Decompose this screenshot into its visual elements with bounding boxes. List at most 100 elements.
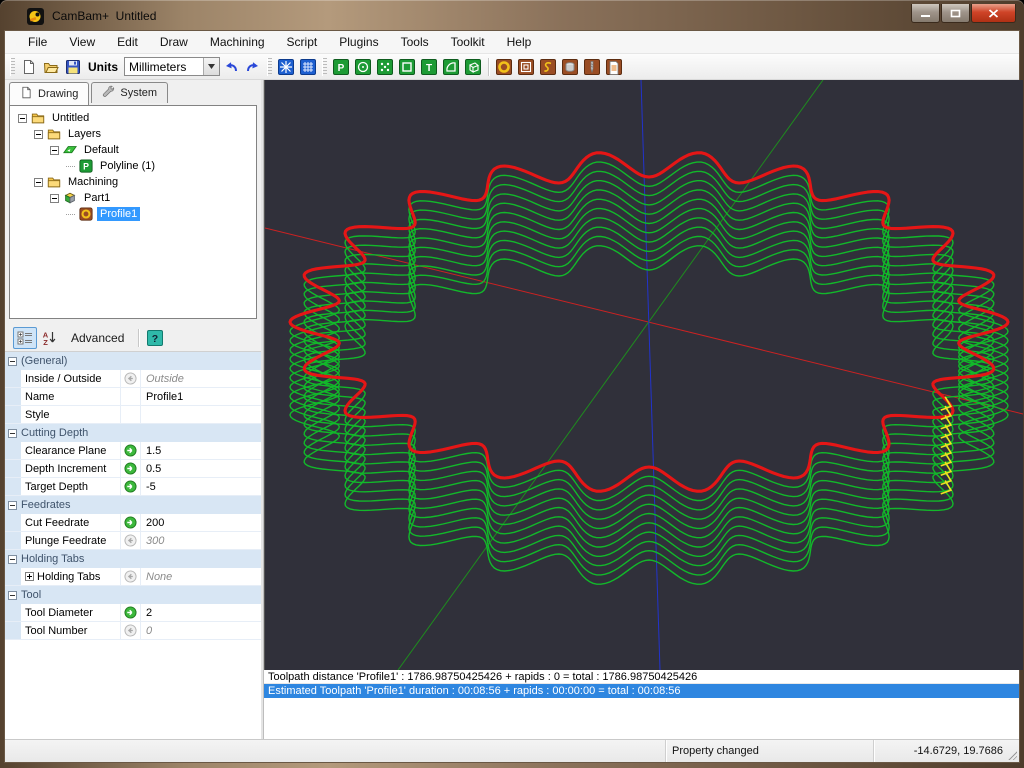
circle-button[interactable]	[352, 56, 374, 78]
property-value[interactable]	[141, 406, 261, 423]
text-button[interactable]: T	[418, 56, 440, 78]
toolpath-pass	[290, 218, 1008, 556]
menu-item-machining[interactable]: Machining	[199, 32, 276, 52]
units-combobox[interactable]: Millimeters	[124, 57, 220, 76]
prop-inherit-icon	[121, 370, 141, 387]
category-gutter	[5, 478, 21, 495]
collapse-icon[interactable]	[8, 591, 17, 600]
gcode-button[interactable]	[603, 56, 625, 78]
propgrid-category-holding-tabs[interactable]: Holding Tabs	[5, 550, 261, 568]
tree-item-untitled[interactable]: Untitled	[10, 110, 256, 126]
close-button[interactable]	[971, 4, 1016, 23]
property-value[interactable]: 1.5	[141, 442, 261, 459]
propgrid-row-holding-tabs[interactable]: Holding TabsNone	[5, 568, 261, 586]
menu-item-edit[interactable]: Edit	[106, 32, 149, 52]
tree-item-polyline-1-[interactable]: PPolyline (1)	[10, 158, 256, 174]
axes-toggle-button[interactable]	[275, 56, 297, 78]
svg-text:P: P	[338, 63, 345, 74]
property-label: Tool Diameter	[21, 604, 121, 621]
engrave-mop-button[interactable]	[537, 56, 559, 78]
tree-item-profile1[interactable]: Profile1	[10, 206, 256, 222]
tree-item-machining[interactable]: Machining	[10, 174, 256, 190]
undo-button[interactable]	[220, 56, 242, 78]
redo-button[interactable]	[242, 56, 264, 78]
categorized-button[interactable]	[13, 327, 37, 349]
property-label-text: Name	[25, 391, 54, 403]
propgrid-category--general-[interactable]: (General)	[5, 352, 261, 370]
propgrid-row-plunge-feedrate[interactable]: Plunge Feedrate300	[5, 532, 261, 550]
propgrid-row-tool-number[interactable]: Tool Number0	[5, 622, 261, 640]
property-value[interactable]: Outside	[141, 370, 261, 387]
tree-item-default[interactable]: Default	[10, 142, 256, 158]
property-value[interactable]: Profile1	[141, 388, 261, 405]
propgrid-row-name[interactable]: Name Profile1	[5, 388, 261, 406]
property-value[interactable]: 300	[141, 532, 261, 549]
maximize-button[interactable]	[941, 4, 970, 23]
tree-expander[interactable]	[18, 114, 27, 123]
points-button[interactable]	[374, 56, 396, 78]
menu-item-script[interactable]: Script	[276, 32, 329, 52]
menu-item-plugins[interactable]: Plugins	[328, 32, 389, 52]
property-value[interactable]: 200	[141, 514, 261, 531]
collapse-icon[interactable]	[8, 357, 17, 366]
lathe-mop-button[interactable]	[581, 56, 603, 78]
grid-toggle-button[interactable]	[297, 56, 319, 78]
collapse-icon[interactable]	[8, 429, 17, 438]
property-value[interactable]: 0.5	[141, 460, 261, 477]
menu-item-draw[interactable]: Draw	[149, 32, 199, 52]
sort-alphabetical-button[interactable]: AZ	[37, 327, 61, 349]
collapse-icon[interactable]	[8, 555, 17, 564]
toolbar-grip[interactable]	[322, 58, 327, 76]
surface-button[interactable]	[462, 56, 484, 78]
menu-item-help[interactable]: Help	[496, 32, 543, 52]
propgrid-row-depth-increment[interactable]: Depth Increment0.5	[5, 460, 261, 478]
new-file-button[interactable]	[18, 56, 40, 78]
advanced-button[interactable]: Advanced	[61, 331, 134, 345]
tab-drawing[interactable]: Drawing	[9, 82, 89, 105]
toolbar-grip[interactable]	[10, 58, 15, 76]
property-value[interactable]: None	[141, 568, 261, 585]
rectangle-button[interactable]	[396, 56, 418, 78]
propgrid-category-tool[interactable]: Tool	[5, 586, 261, 604]
expand-icon[interactable]	[25, 572, 34, 581]
collapse-icon[interactable]	[8, 501, 17, 510]
propgrid-row-clearance-plane[interactable]: Clearance Plane1.5	[5, 442, 261, 460]
drill-mop-button[interactable]	[559, 56, 581, 78]
propgrid-row-inside-outside[interactable]: Inside / OutsideOutside	[5, 370, 261, 388]
polyline-button[interactable]: P	[330, 56, 352, 78]
save-button[interactable]	[62, 56, 84, 78]
tree-expander[interactable]	[50, 194, 59, 203]
combo-arrow-icon[interactable]	[203, 58, 219, 75]
viewport-3d[interactable]	[264, 80, 1019, 670]
profile-mop-button[interactable]	[493, 56, 515, 78]
propgrid-row-cut-feedrate[interactable]: Cut Feedrate 200	[5, 514, 261, 532]
propgrid-row-style[interactable]: Style	[5, 406, 261, 424]
property-value[interactable]: 0	[141, 622, 261, 639]
prop-set-icon	[121, 478, 141, 495]
menu-item-toolkit[interactable]: Toolkit	[440, 32, 496, 52]
property-value[interactable]: -5	[141, 478, 261, 495]
arc-button[interactable]	[440, 56, 462, 78]
property-value[interactable]: 2	[141, 604, 261, 621]
menu-item-tools[interactable]: Tools	[390, 32, 440, 52]
property-label: Cut Feedrate	[21, 514, 121, 531]
menu-item-view[interactable]: View	[58, 32, 106, 52]
tree-item-layers[interactable]: Layers	[10, 126, 256, 142]
pocket-mop-button[interactable]	[515, 56, 537, 78]
propgrid-category-cutting-depth[interactable]: Cutting Depth	[5, 424, 261, 442]
tree-expander[interactable]	[50, 146, 59, 155]
tree-expander[interactable]	[34, 178, 43, 187]
drawing-tree[interactable]: UntitledLayersDefaultPPolyline (1)Machin…	[9, 105, 257, 319]
tab-system[interactable]: System	[91, 82, 168, 103]
tree-item-part1[interactable]: Part1	[10, 190, 256, 206]
menu-item-file[interactable]: File	[17, 32, 58, 52]
propgrid-category-feedrates[interactable]: Feedrates	[5, 496, 261, 514]
toolbar-grip[interactable]	[267, 58, 272, 76]
help-button[interactable]: ?	[143, 327, 167, 349]
open-file-button[interactable]	[40, 56, 62, 78]
app-icon	[27, 8, 44, 25]
tree-expander[interactable]	[34, 130, 43, 139]
propgrid-row-tool-diameter[interactable]: Tool Diameter 2	[5, 604, 261, 622]
propgrid-row-target-depth[interactable]: Target Depth-5	[5, 478, 261, 496]
minimize-button[interactable]	[911, 4, 940, 23]
